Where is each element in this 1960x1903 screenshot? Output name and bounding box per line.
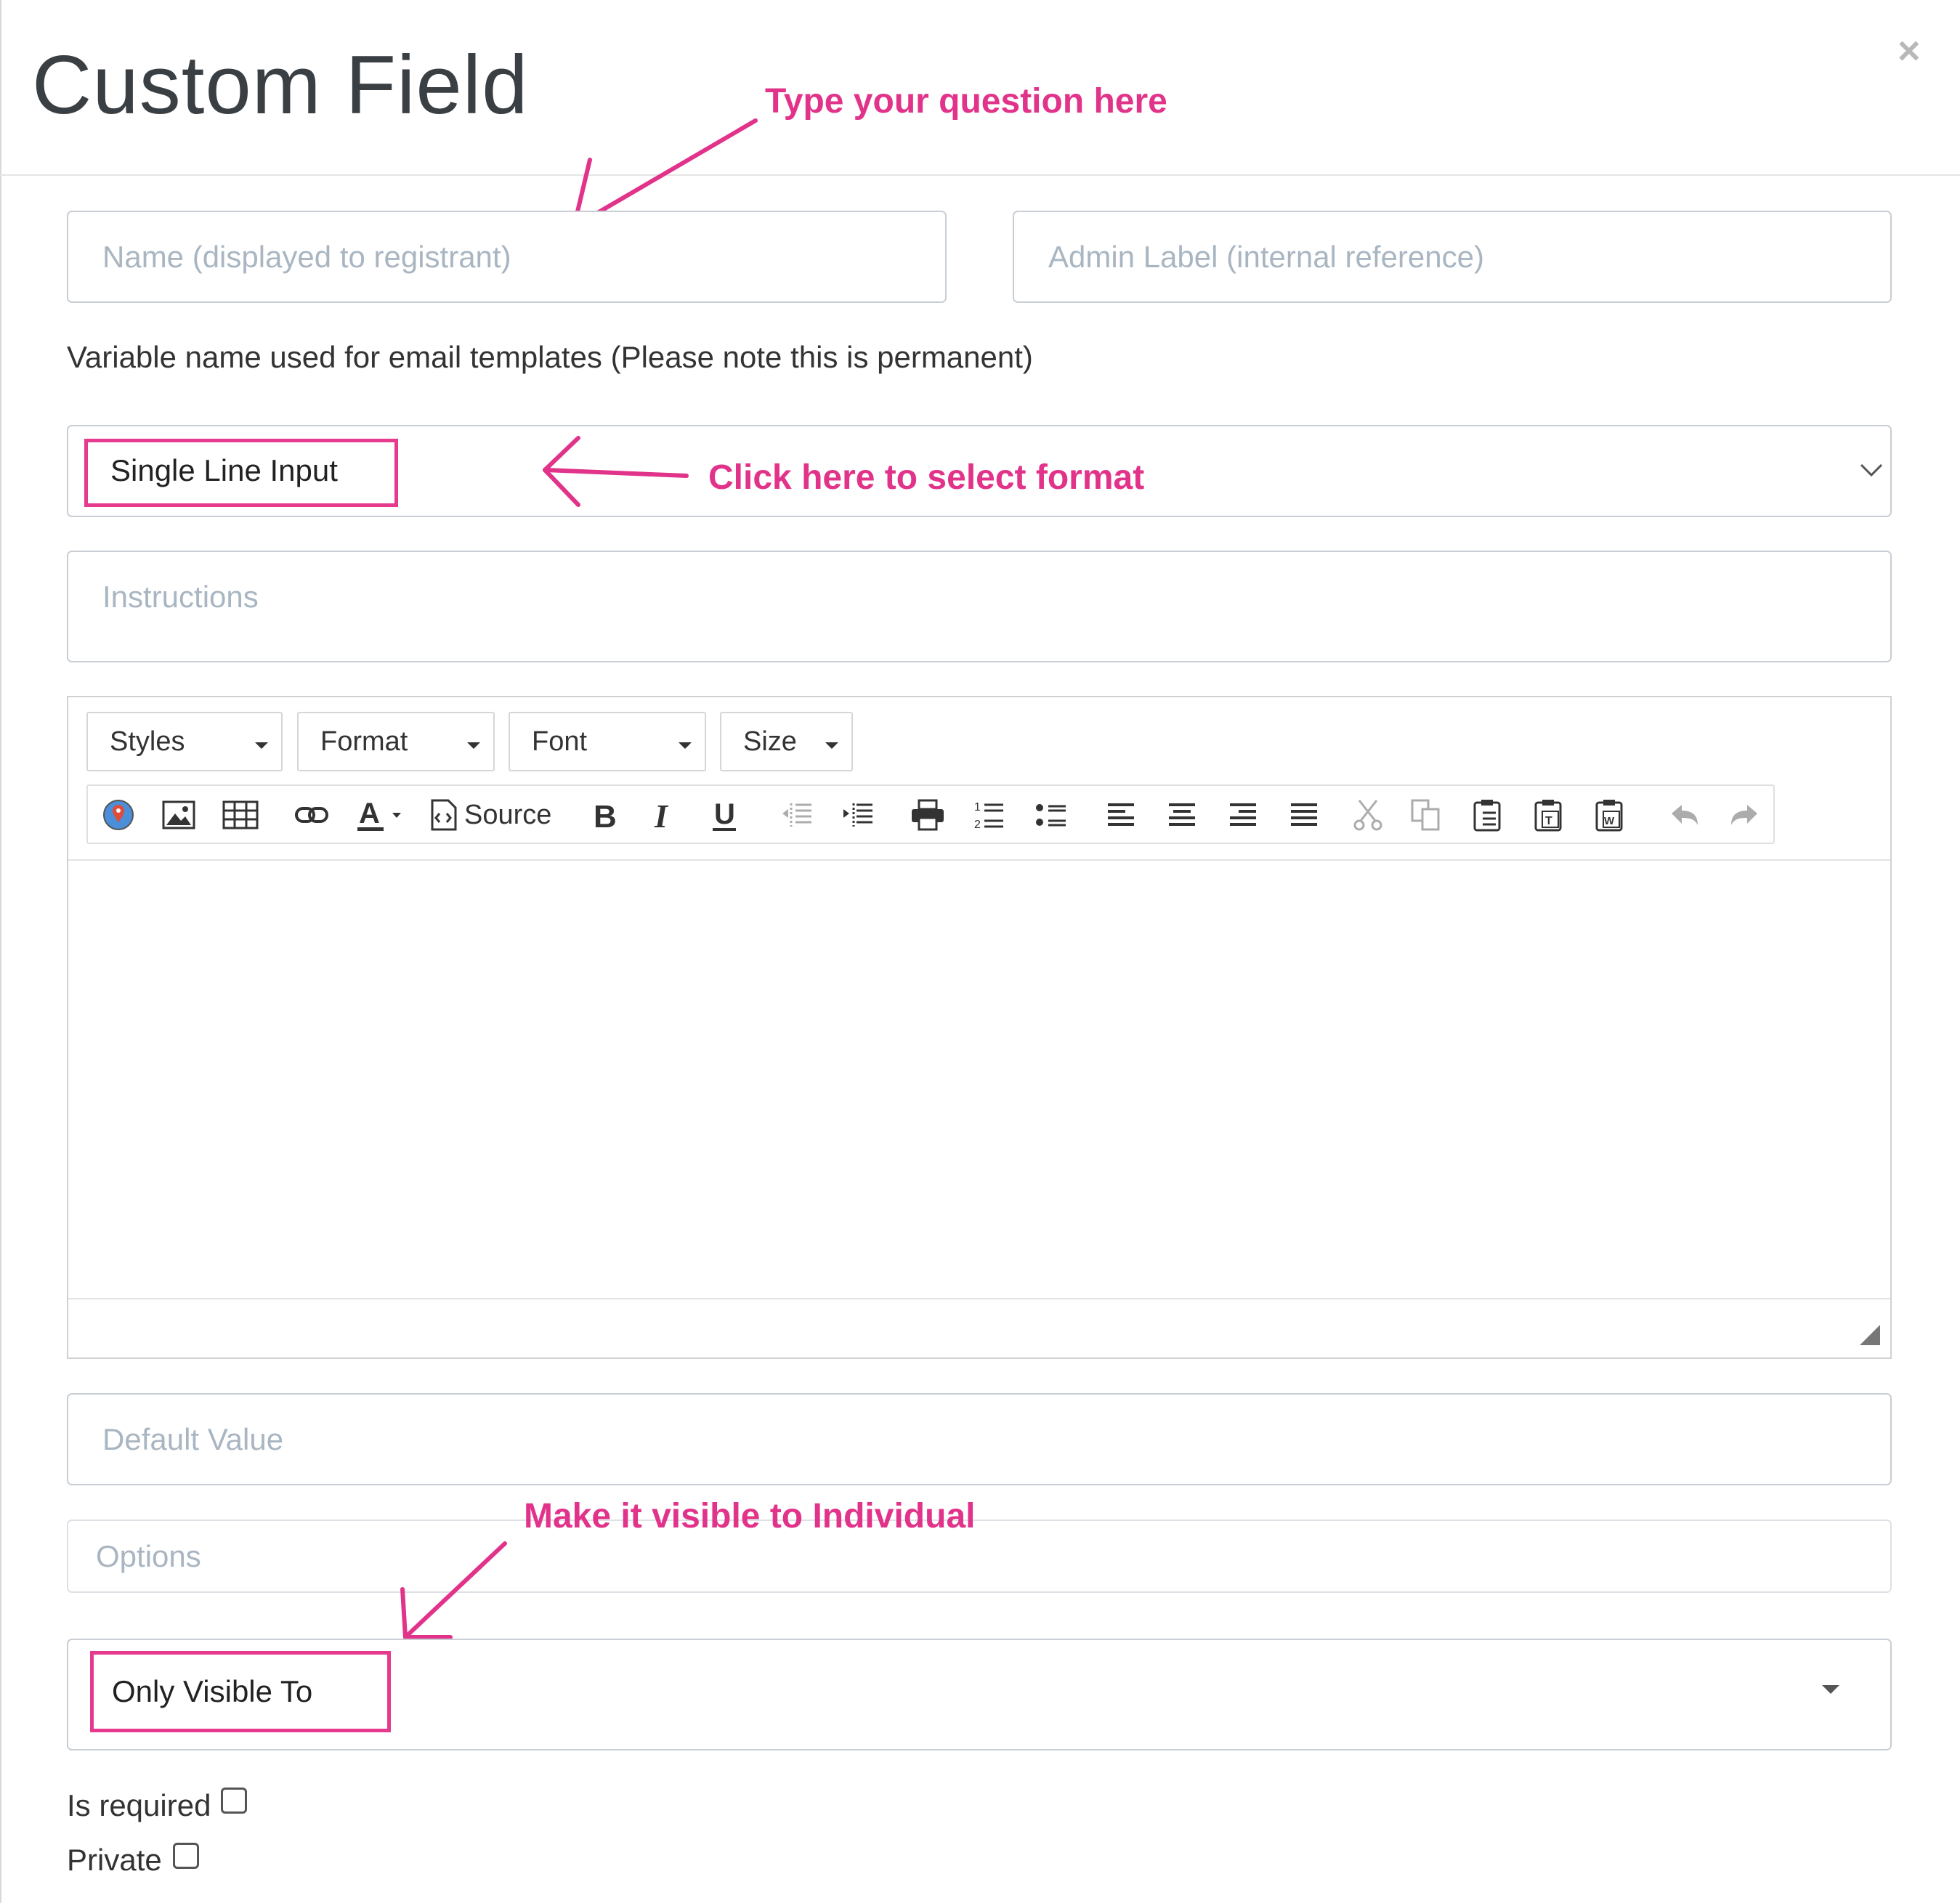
- editor-content-area[interactable]: [70, 862, 1889, 1297]
- svg-text:U: U: [714, 798, 735, 830]
- svg-text:B: B: [594, 799, 617, 832]
- source-label: Source: [464, 799, 552, 830]
- svg-text:W: W: [1604, 815, 1615, 827]
- annotation-arrow-format: [543, 436, 689, 507]
- default-value-input[interactable]: Default Value: [67, 1393, 1892, 1485]
- caret-down-icon: [255, 742, 268, 749]
- editor-footer-divider: [68, 1298, 1890, 1299]
- bulleted-list-icon[interactable]: [1029, 793, 1073, 837]
- editor-toolbar: A Source B I U 12 T W: [86, 784, 1775, 844]
- text-color-icon[interactable]: A: [353, 793, 411, 837]
- paste-text-icon[interactable]: T: [1526, 793, 1570, 837]
- private-label: Private: [67, 1843, 162, 1877]
- image-icon[interactable]: [157, 793, 201, 837]
- caret-down-icon: [825, 742, 838, 749]
- redo-icon[interactable]: [1722, 793, 1766, 837]
- table-icon[interactable]: [219, 793, 262, 837]
- bold-icon[interactable]: B: [582, 793, 625, 837]
- print-icon[interactable]: [906, 793, 949, 837]
- align-center-icon[interactable]: [1160, 793, 1204, 837]
- underline-icon[interactable]: U: [702, 793, 746, 837]
- styles-combo-label: Styles: [110, 726, 185, 757]
- name-input[interactable]: Name (displayed to registrant): [67, 211, 947, 303]
- instructions-input[interactable]: Instructions: [67, 551, 1892, 662]
- outdent-icon[interactable]: [775, 793, 819, 837]
- svg-text:T: T: [1545, 815, 1552, 827]
- font-combo-label: Font: [532, 726, 588, 757]
- svg-text:2: 2: [974, 819, 981, 831]
- is-required-checkbox[interactable]: [221, 1788, 247, 1814]
- map-icon[interactable]: [97, 793, 140, 837]
- annotation-arrow-visible: [400, 1541, 507, 1639]
- is-required-label: Is required: [67, 1788, 211, 1822]
- caret-down-icon[interactable]: [1821, 1684, 1841, 1695]
- annotation-format: Click here to select format: [708, 458, 1145, 497]
- align-right-icon[interactable]: [1221, 793, 1265, 837]
- caret-down-icon: [467, 742, 480, 749]
- paste-icon[interactable]: [1465, 793, 1509, 837]
- cut-icon[interactable]: [1346, 793, 1390, 837]
- format-combo-label: Format: [320, 726, 408, 757]
- svg-text:A: A: [359, 798, 380, 829]
- visible-to-select-value: Only Visible To: [112, 1674, 313, 1708]
- undo-icon[interactable]: [1663, 793, 1706, 837]
- admin-label-input[interactable]: Admin Label (internal reference): [1013, 211, 1892, 303]
- indent-icon[interactable]: [836, 793, 880, 837]
- copy-icon[interactable]: [1404, 793, 1448, 837]
- source-button[interactable]: Source: [429, 793, 560, 837]
- font-combo[interactable]: Font: [509, 712, 706, 771]
- format-select-value: Single Line Input: [110, 453, 338, 487]
- chevron-down-icon[interactable]: [1858, 459, 1884, 481]
- private-checkbox[interactable]: [173, 1843, 199, 1869]
- resize-handle-icon[interactable]: [1858, 1323, 1882, 1347]
- editor-toolbar-divider: [68, 859, 1890, 861]
- caret-down-icon: [679, 742, 692, 749]
- justify-icon[interactable]: [1282, 793, 1326, 837]
- size-combo[interactable]: Size: [720, 712, 853, 771]
- size-combo-label: Size: [743, 726, 797, 757]
- numbered-list-icon[interactable]: 12: [967, 793, 1011, 837]
- svg-text:1: 1: [974, 801, 981, 813]
- annotation-visible: Make it visible to Individual: [524, 1497, 976, 1535]
- styles-combo[interactable]: Styles: [86, 712, 283, 771]
- format-combo[interactable]: Format: [297, 712, 495, 771]
- paste-word-icon[interactable]: W: [1587, 793, 1631, 837]
- variable-name-note: Variable name used for email templates (…: [67, 340, 1033, 374]
- align-left-icon[interactable]: [1099, 793, 1143, 837]
- italic-icon[interactable]: I: [641, 793, 685, 837]
- svg-text:I: I: [654, 798, 669, 832]
- options-input[interactable]: Options: [67, 1519, 1892, 1593]
- link-icon[interactable]: [290, 793, 333, 837]
